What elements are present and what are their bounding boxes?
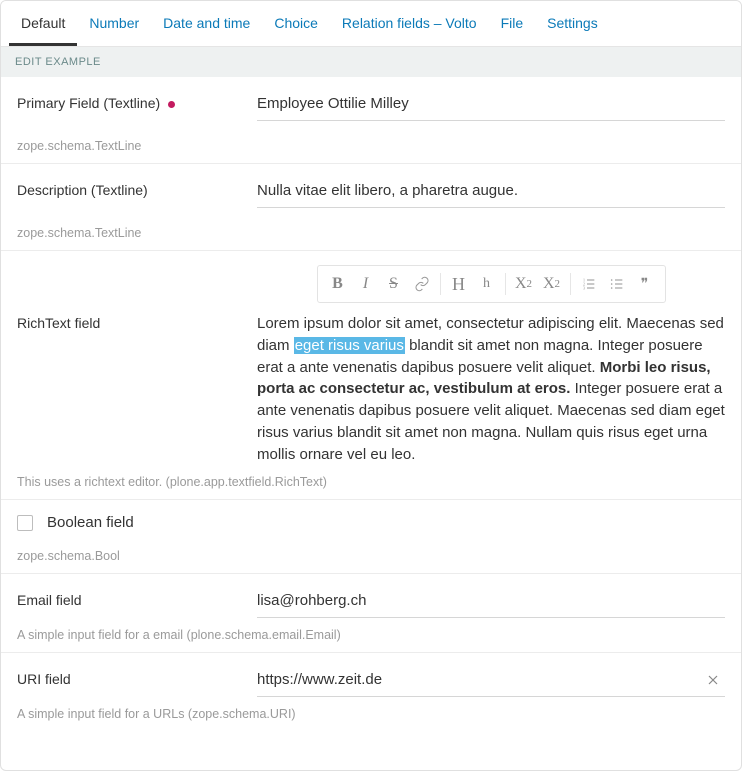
clear-button[interactable] [701,672,725,691]
heading-large-button[interactable]: H [445,270,473,298]
email-label: Email field [17,592,82,608]
boolean-help: zope.schema.Bool [17,549,725,563]
uri-label: URI field [17,671,71,687]
boolean-label: Boolean field [47,514,134,531]
link-button[interactable] [408,270,436,298]
primary-input[interactable] [257,91,725,121]
tab-relation-fields[interactable]: Relation fields – Volto [330,1,489,46]
tab-default[interactable]: Default [9,1,77,46]
richtext-toolbar: B I S H h X2 X2 [317,265,666,303]
unordered-list-button[interactable] [603,270,631,298]
heading-small-button[interactable]: h [473,270,501,298]
primary-help: zope.schema.TextLine [17,139,725,153]
edit-form-panel: Default Number Date and time Choice Rela… [0,0,742,771]
close-icon [705,672,721,688]
field-richtext: RichText field B I S H h X2 [1,251,741,500]
description-help: zope.schema.TextLine [17,226,725,240]
required-indicator-icon [168,101,175,108]
subscript-2: 2 [527,278,533,290]
blockquote-button[interactable]: ❞ [631,270,659,298]
description-input[interactable] [257,178,725,208]
bold-button[interactable]: B [324,270,352,298]
richtext-selection: eget risus varius [294,337,405,354]
toolbar-separator [440,273,441,295]
toolbar-separator [505,273,506,295]
subscript-x: X [515,275,527,293]
tab-choice[interactable]: Choice [262,1,330,46]
field-primary: Primary Field (Textline) zope.schema.Tex… [1,77,741,164]
tab-number[interactable]: Number [77,1,151,46]
description-label: Description (Textline) [17,182,148,198]
tab-settings[interactable]: Settings [535,1,610,46]
field-uri: URI field A simple input field for a URL… [1,653,741,731]
primary-label: Primary Field (Textline) [17,95,160,111]
svg-text:3: 3 [583,285,585,290]
toolbar-separator [570,273,571,295]
superscript-2: 2 [555,278,561,290]
uri-input[interactable] [257,667,701,696]
field-email: Email field A simple input field for a e… [1,574,741,653]
richtext-help: This uses a richtext editor. (plone.app.… [17,475,725,489]
subscript-button[interactable]: X2 [510,270,538,298]
field-boolean: Boolean field zope.schema.Bool [1,500,741,574]
richtext-editor[interactable]: Lorem ipsum dolor sit amet, consectetur … [257,313,725,465]
section-header: EDIT EXAMPLE [1,47,741,77]
tab-file[interactable]: File [489,1,536,46]
boolean-checkbox[interactable] [17,515,33,531]
superscript-button[interactable]: X2 [538,270,566,298]
ordered-list-button[interactable]: 123 [575,270,603,298]
uri-help: A simple input field for a URLs (zope.sc… [17,707,725,721]
field-description: Description (Textline) zope.schema.TextL… [1,164,741,251]
strikethrough-button[interactable]: S [380,270,408,298]
superscript-x: X [543,275,555,293]
richtext-label: RichText field [17,315,100,331]
tabs-bar: Default Number Date and time Choice Rela… [1,1,741,47]
email-input[interactable] [257,588,725,618]
italic-button[interactable]: I [352,270,380,298]
tab-date-time[interactable]: Date and time [151,1,262,46]
email-help: A simple input field for a email (plone.… [17,628,725,642]
